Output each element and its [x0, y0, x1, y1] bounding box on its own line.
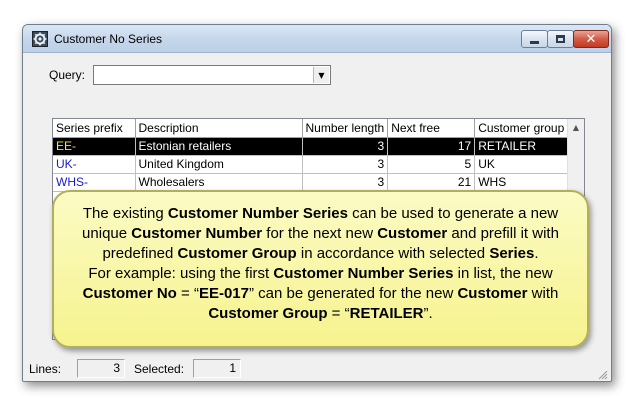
callout-line: unique Customer Number for the next new …: [82, 225, 559, 242]
cell-next-free[interactable]: 17: [387, 137, 476, 156]
close-icon: ✕: [585, 31, 597, 47]
cell-next-free[interactable]: 21: [387, 173, 476, 192]
gear-icon: [32, 31, 48, 47]
lines-count: 3: [77, 359, 125, 378]
selected-label: Selected:: [134, 362, 185, 376]
callout-line: Customer Group = “RETAILER”.: [208, 305, 433, 322]
callout-line: For example: using the first Customer Nu…: [88, 265, 553, 282]
minimize-icon: [530, 40, 539, 44]
cell-customer-group[interactable]: UK: [474, 155, 569, 174]
column-header-series-prefix[interactable]: Series prefix: [53, 119, 136, 138]
cell-series-prefix[interactable]: UK-: [53, 155, 136, 174]
callout-line: Customer No = “EE-017” can be generated …: [82, 285, 559, 302]
cell-customer-group[interactable]: RETAILER: [474, 137, 569, 156]
cell-customer-group[interactable]: WHS: [474, 173, 569, 192]
info-callout: The existing Customer Number Series can …: [52, 190, 589, 348]
cell-description[interactable]: United Kingdom: [135, 155, 303, 174]
column-header-number-length[interactable]: Number length: [302, 119, 389, 138]
column-header-description[interactable]: Description: [135, 119, 303, 138]
cell-description[interactable]: Wholesalers: [135, 173, 303, 192]
maximize-button[interactable]: [547, 30, 574, 48]
cell-next-free[interactable]: 5: [387, 155, 476, 174]
minimize-button[interactable]: [521, 30, 548, 48]
resize-grip-icon[interactable]: [597, 369, 608, 380]
query-label: Query:: [49, 68, 86, 82]
table-header-row: Series prefix Description Number length …: [53, 119, 569, 138]
table-row[interactable]: EE- Estonian retailers 3 17 RETAILER: [53, 137, 569, 156]
cell-number-length[interactable]: 3: [302, 173, 389, 192]
cell-description[interactable]: Estonian retailers: [135, 137, 303, 156]
title-bar[interactable]: Customer No Series ✕: [23, 25, 611, 53]
lines-label: Lines:: [29, 362, 62, 376]
callout-line: The existing Customer Number Series can …: [82, 205, 559, 222]
close-button[interactable]: ✕: [573, 30, 609, 48]
column-header-customer-group[interactable]: Customer group: [474, 119, 569, 138]
maximize-icon: [556, 35, 565, 43]
cell-number-length[interactable]: 3: [302, 137, 389, 156]
cell-number-length[interactable]: 3: [302, 155, 389, 174]
status-bar: Lines: 3 Selected: 1: [23, 355, 611, 381]
cell-series-prefix[interactable]: EE-: [53, 137, 136, 156]
column-header-next-free[interactable]: Next free: [387, 119, 476, 138]
chevron-up-icon[interactable]: ▲: [568, 119, 584, 136]
selected-count: 1: [193, 359, 241, 378]
table-row[interactable]: WHS- Wholesalers 3 21 WHS: [53, 173, 569, 192]
cell-series-prefix[interactable]: WHS-: [53, 173, 136, 192]
query-select[interactable]: ▼: [93, 65, 331, 85]
callout-line: predefined Customer Group in accordance …: [102, 245, 539, 262]
chevron-down-icon[interactable]: ▼: [313, 67, 329, 83]
table-row[interactable]: UK- United Kingdom 3 5 UK: [53, 155, 569, 174]
window-title: Customer No Series: [54, 32, 163, 46]
